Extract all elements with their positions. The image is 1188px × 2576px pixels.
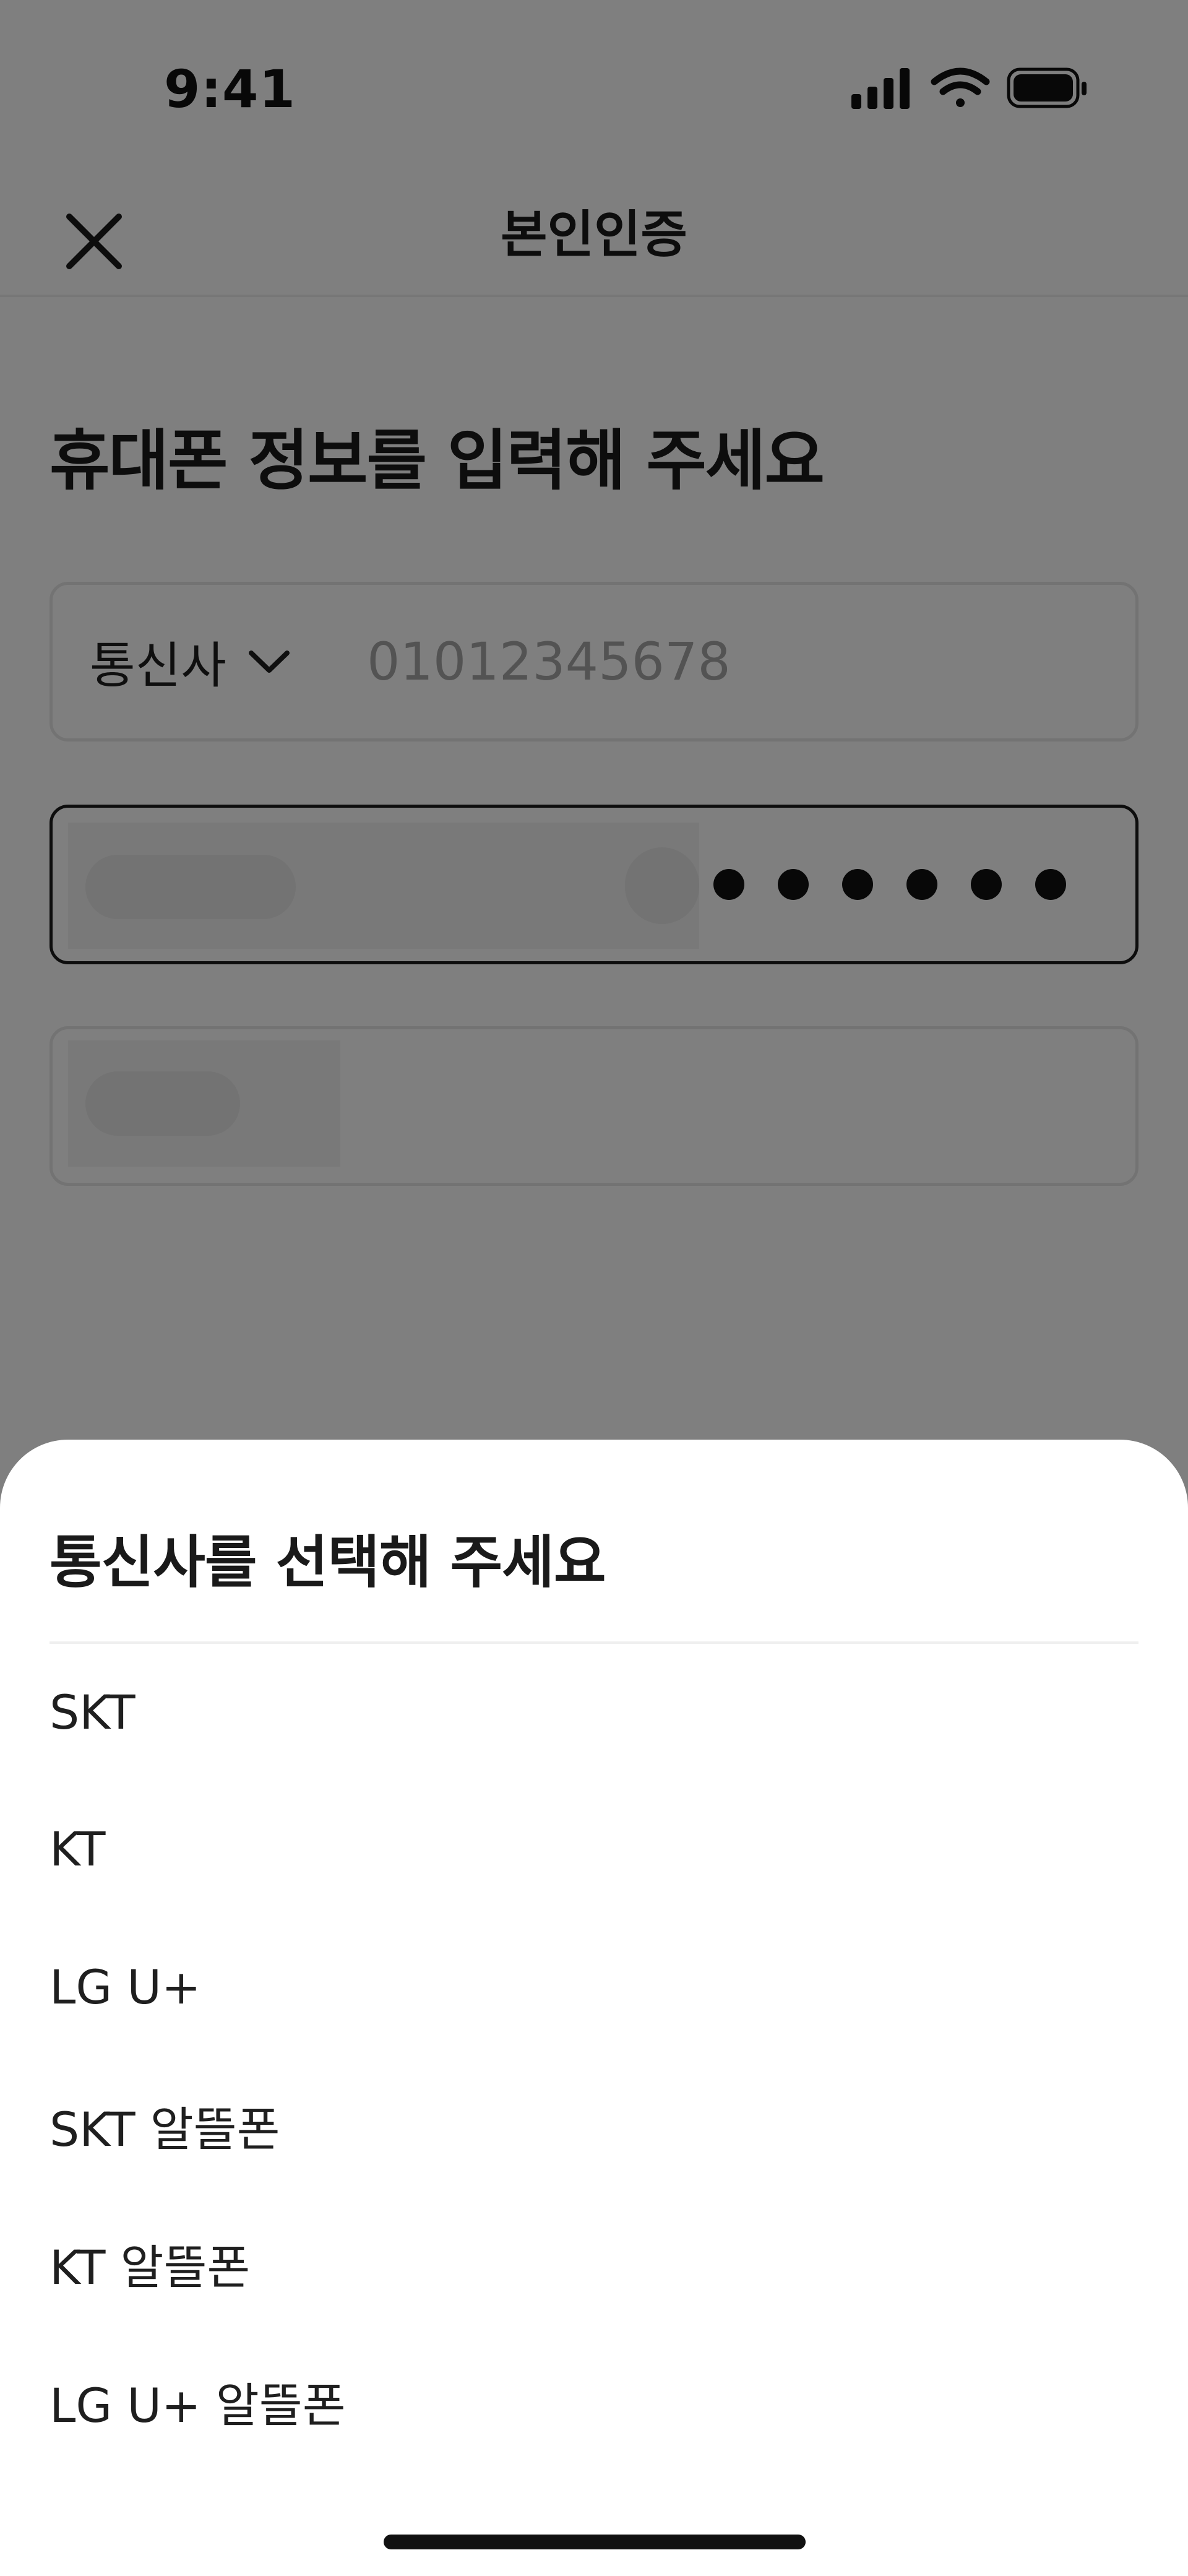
carrier-option-skt[interactable]: SKT <box>0 1644 1188 1780</box>
carrier-bottom-sheet: 통신사를 선택해 주세요 SKT KT LG U+ SKT 알뜰폰 KT 알뜰폰… <box>0 1440 1188 2576</box>
carrier-option-kt[interactable]: KT <box>0 1780 1188 1918</box>
sheet-title: 통신사를 선택해 주세요 <box>50 1529 606 1596</box>
home-indicator[interactable] <box>384 2535 806 2549</box>
carrier-option-lgu-mvno[interactable]: LG U+ 알뜰폰 <box>0 2332 1188 2470</box>
carrier-option-lgu[interactable]: LG U+ <box>0 1918 1188 2056</box>
carrier-option-list: SKT KT LG U+ SKT 알뜰폰 KT 알뜰폰 LG U+ 알뜰폰 <box>0 1644 1188 2470</box>
carrier-option-skt-mvno[interactable]: SKT 알뜰폰 <box>0 2056 1188 2194</box>
carrier-option-kt-mvno[interactable]: KT 알뜰폰 <box>0 2194 1188 2332</box>
